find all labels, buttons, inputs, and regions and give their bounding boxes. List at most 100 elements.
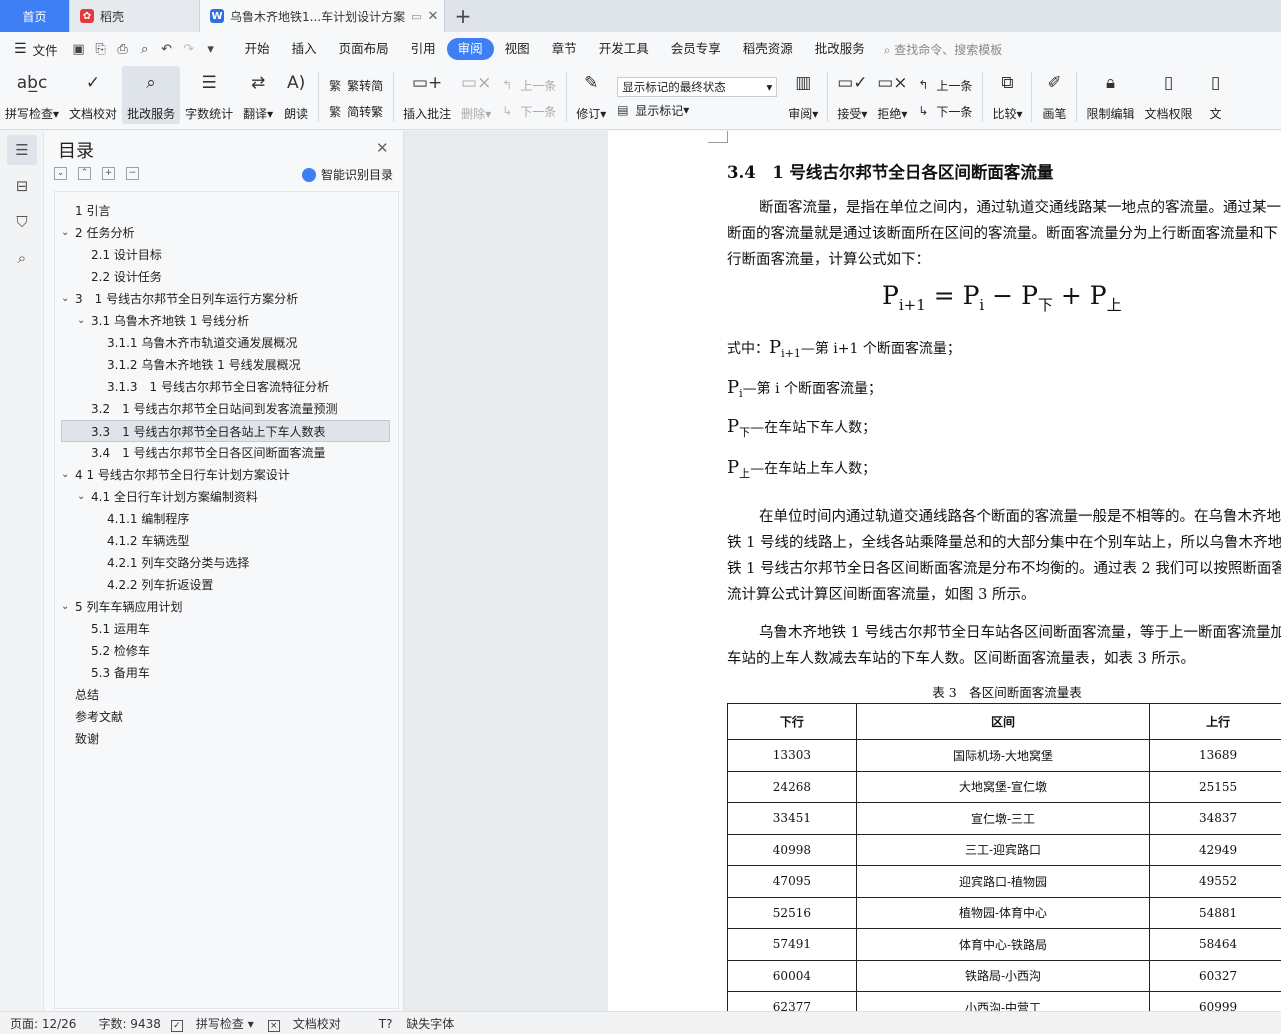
toc-item[interactable]: 3.2 1 号线古尔邦节全日站间到发客流量预测 <box>55 398 398 420</box>
toc-item[interactable]: 3.1.2 乌鲁木齐地铁 1 号线发展概况 <box>55 354 398 376</box>
prev-revision-button[interactable]: ↰ 上一条 <box>918 72 972 98</box>
bookmark-icon[interactable]: ⛉ <box>7 207 37 237</box>
menu-tab[interactable]: 章节 <box>541 38 588 60</box>
tab-document[interactable]: W 乌鲁木齐地铁1...车计划设计方案 ▭ ✕ <box>200 0 445 32</box>
toc-item[interactable]: 1 引言 <box>55 200 398 222</box>
close-icon[interactable]: ✕ <box>376 139 389 157</box>
add-item-icon[interactable]: + <box>102 167 115 180</box>
doc-permission-button[interactable]: ▯ 文档权限 <box>1140 66 1198 124</box>
insert-comment-button[interactable]: ▭+ 插入批注 <box>398 66 456 124</box>
outline-icon[interactable]: ☰ <box>7 135 37 165</box>
toc-item[interactable]: ⌄ 3.1 乌鲁木齐地铁 1 号线分析 <box>55 310 398 332</box>
toc-item[interactable]: 3.1.1 乌鲁木齐市轨道交通发展概况 <box>55 332 398 354</box>
chevron-down-icon[interactable]: ⌄ <box>61 222 69 244</box>
tab-home[interactable]: 首页 <box>0 0 70 32</box>
print-preview-icon[interactable]: ⌕ <box>134 42 156 57</box>
toc-item[interactable]: ⌄ 4.1 全日行车计划方案编制资料 <box>55 486 398 508</box>
toc-item[interactable]: ⌄ 3 1 号线古尔邦节全日列车运行方案分析 <box>55 288 398 310</box>
next-revision-button[interactable]: ↳ 下一条 <box>918 98 972 124</box>
toc-item[interactable]: 2.1 设计目标 <box>55 244 398 266</box>
search-icon[interactable]: ⌕ <box>7 243 37 273</box>
toc-item[interactable]: 总结 <box>55 684 398 706</box>
print-icon[interactable]: ⎙ <box>112 42 134 57</box>
expand-all-icon[interactable]: ⌃ <box>78 167 91 180</box>
redo-icon[interactable]: ↷ <box>178 42 200 57</box>
command-search[interactable]: ⌕ 查找命令、搜索模板 <box>884 41 1003 58</box>
review-pane-button[interactable]: ▥ 审阅▾ <box>783 66 823 124</box>
menu-tab[interactable]: 插入 <box>281 38 328 60</box>
close-tab-icon[interactable]: ✕ <box>422 9 439 24</box>
window-icon[interactable]: ▭ <box>411 10 421 23</box>
menu-tab[interactable]: 稻壳资源 <box>732 38 804 60</box>
menu-tab[interactable]: 会员专享 <box>660 38 732 60</box>
toc-item[interactable]: 3.3 1 号线古尔邦节全日各站上下车人数表 <box>61 420 390 442</box>
menu-tab[interactable]: 视图 <box>494 38 541 60</box>
remove-item-icon[interactable]: − <box>126 167 139 180</box>
toc-item[interactable]: 参考文献 <box>55 706 398 728</box>
spellcheck-status[interactable]: ✓ 拼写检查 ▾ <box>170 1015 254 1032</box>
chapter-icon[interactable]: ⊟ <box>7 171 37 201</box>
toc-item[interactable]: 3.4 1 号线古尔邦节全日各区间断面客流量 <box>55 442 398 464</box>
toc-item[interactable]: 5.1 运用车 <box>55 618 398 640</box>
toc-item[interactable]: 5.2 检修车 <box>55 640 398 662</box>
smart-toc-button[interactable]: 智能识别目录 <box>302 166 393 183</box>
menu-tab[interactable]: 批改服务 <box>804 38 876 60</box>
chevron-down-icon[interactable]: ⌄ <box>77 486 85 508</box>
pen-button[interactable]: ✐ 画笔 <box>1036 66 1072 124</box>
missing-font-status[interactable]: T? 缺失字体 <box>369 1015 455 1032</box>
new-tab-button[interactable]: + <box>445 0 481 32</box>
file-menu[interactable]: ☰ 文件 <box>8 40 68 59</box>
document-page[interactable]: 3.4 1 号线古尔邦节全日各区间断面客流量 断面客流量，是指在单位之间内，通过… <box>608 131 1281 1011</box>
collapse-all-icon[interactable]: ⌄ <box>54 167 67 180</box>
undo-icon[interactable]: ↶ <box>156 42 178 57</box>
chevron-down-icon[interactable]: ⌄ <box>61 464 69 486</box>
compare-button[interactable]: ⧉ 比较▾ <box>987 66 1027 124</box>
toc-item[interactable]: ⌄ 4 1 号线古尔邦节全日行车计划方案设计 <box>55 464 398 486</box>
menu-tab[interactable]: 引用 <box>400 38 447 60</box>
simp-to-trad-button[interactable]: 繁简转繁 <box>329 98 383 124</box>
reject-button[interactable]: ▭× 拒绝▾ <box>872 66 912 124</box>
spellcheck-button[interactable]: ab̲c 拼写检查▾ <box>0 66 64 124</box>
toc-item[interactable]: 4.2.2 列车折返设置 <box>55 574 398 596</box>
doccheck-button[interactable]: ✓ 文档校对 <box>64 66 122 124</box>
export-pdf-icon[interactable]: ⎘ <box>90 42 112 57</box>
save-icon[interactable]: ▣ <box>68 42 90 57</box>
toc-item[interactable]: ⌄ 5 列车车辆应用计划 <box>55 596 398 618</box>
menu-tab[interactable]: 开始 <box>234 38 281 60</box>
document-area[interactable]: 3.4 1 号线古尔邦节全日各区间断面客流量 断面客流量，是指在单位之间内，通过… <box>404 131 1281 1011</box>
menu-tab[interactable]: 页面布局 <box>328 38 400 60</box>
menu-tab[interactable]: 开发工具 <box>588 38 660 60</box>
chevron-down-icon[interactable]: ⌄ <box>77 310 85 332</box>
toc-item[interactable]: 致谢 <box>55 728 398 750</box>
review-service-button[interactable]: ⌕ 批改服务 <box>122 66 181 124</box>
customize-icon[interactable]: ▾ <box>200 42 222 57</box>
toc-item[interactable]: 4.1.2 车辆选型 <box>55 530 398 552</box>
delete-comment-button[interactable]: ▭× 删除▾ <box>456 66 496 124</box>
chevron-down-icon[interactable]: ⌄ <box>61 288 69 310</box>
prev-comment-button[interactable]: ↰ 上一条 <box>502 72 556 98</box>
markup-state-select[interactable]: 显示标记的最终状态 ▾ <box>617 77 778 97</box>
tab-shell[interactable]: ✿ 稻壳 <box>70 0 200 32</box>
toc-item[interactable]: 2.2 设计任务 <box>55 266 398 288</box>
toc-item[interactable]: 4.2.1 列车交路分类与选择 <box>55 552 398 574</box>
word-count[interactable]: 字数: 9438 <box>98 1015 160 1032</box>
review-pane-label: 审阅 <box>788 107 813 121</box>
toc-item[interactable]: 3.1.3 1 号线古尔邦节全日客流特征分析 <box>55 376 398 398</box>
show-markup-button[interactable]: ▤ 显示标记 ▾ <box>617 97 777 123</box>
track-changes-button[interactable]: ✎ 修订▾ <box>571 66 611 124</box>
doccheck-status[interactable]: × 文档校对 <box>267 1015 341 1032</box>
chevron-down-icon[interactable]: ⌄ <box>61 596 69 618</box>
trad-to-simp-button[interactable]: 繁繁转简 <box>329 72 383 98</box>
restrict-editing-button[interactable]: 🔒︎ 限制编辑 <box>1081 66 1139 124</box>
wordcount-button[interactable]: ☰ 字数统计 <box>180 66 238 124</box>
toc-item[interactable]: 4.1.1 编制程序 <box>55 508 398 530</box>
menu-tab[interactable]: 审阅 <box>446 38 494 60</box>
accept-button[interactable]: ▭✓ 接受▾ <box>832 66 872 124</box>
toc-item[interactable]: ⌄ 2 任务分析 <box>55 222 398 244</box>
page-indicator[interactable]: 页面: 12/26 <box>10 1015 76 1032</box>
toc-item[interactable]: 5.3 备用车 <box>55 662 398 684</box>
more-button[interactable]: ▯ 文 <box>1198 66 1234 124</box>
translate-button[interactable]: ⇄ 翻译▾ <box>238 66 278 124</box>
next-comment-button[interactable]: ↳ 下一条 <box>502 98 556 124</box>
read-aloud-button[interactable]: A) 朗读 <box>278 66 314 124</box>
